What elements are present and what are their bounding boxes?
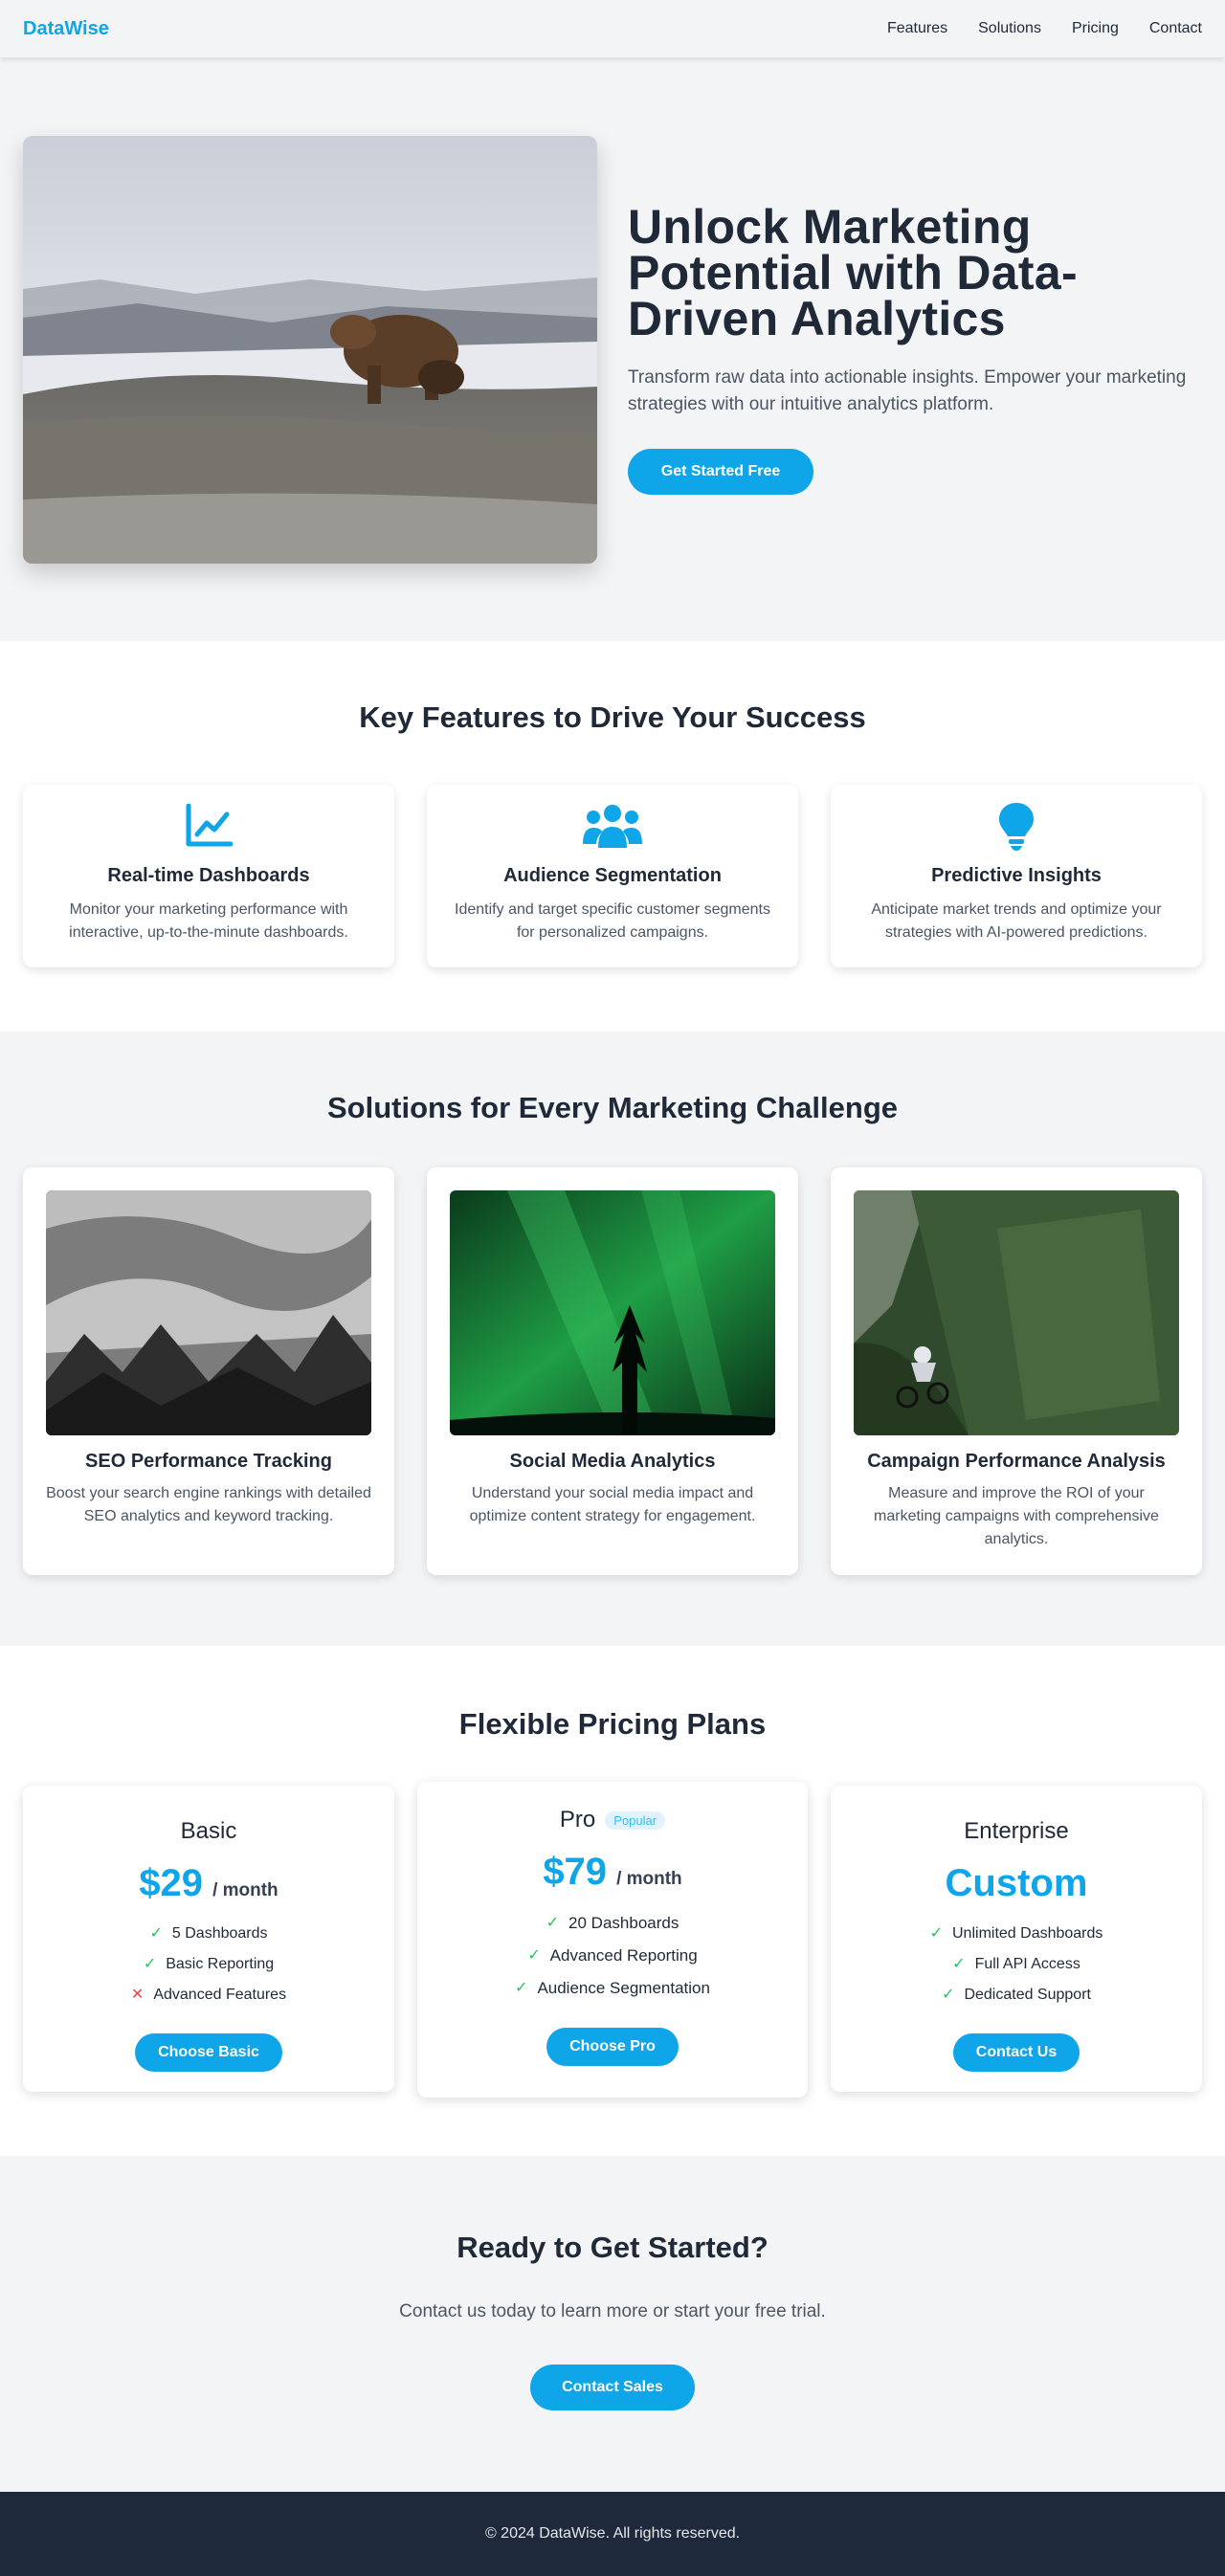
top-navbar: DataWise Features Solutions Pricing Cont… <box>0 0 1225 57</box>
feature-desc: Monitor your marketing performance with … <box>69 901 348 941</box>
plan-feature-label: 5 Dashboards <box>171 1925 268 1942</box>
plan-feature: ✓ Unlimited Dashboards <box>831 1919 1202 1949</box>
solution-title: Social Media Analytics <box>509 1451 716 1472</box>
nav-links: Features Solutions Pricing Contact <box>887 20 1202 37</box>
feature-desc: Anticipate market trends and optimize yo… <box>871 901 1162 941</box>
price-period: / month <box>616 1869 682 1889</box>
solutions-title: Solutions for Every Marketing Challenge <box>326 1091 898 1124</box>
plan-feature-label: Dedicated Support <box>964 1987 1091 2003</box>
solution-image <box>450 1190 775 1435</box>
feature-card-segmentation: Audience Segmentation Identify and targe… <box>427 785 798 967</box>
hero-section: Unlock Marketing Potential with Data-Dri… <box>0 57 1225 641</box>
plan-feature-label: Unlimited Dashboards <box>952 1925 1103 1942</box>
nav-link-pricing[interactable]: Pricing <box>1072 20 1119 37</box>
check-icon: ✓ <box>942 1987 955 2003</box>
plan-feature: ✓ Advanced Reporting <box>417 1940 808 1972</box>
choose-pro-button[interactable]: Choose Pro <box>546 2028 679 2066</box>
check-icon: ✓ <box>952 1956 966 1972</box>
cta-text: Contact us today to learn more or start … <box>399 2301 826 2321</box>
check-icon: ✓ <box>546 1915 560 1931</box>
chart-line-icon <box>23 802 394 850</box>
solution-image <box>854 1190 1179 1435</box>
check-icon: ✓ <box>149 1925 163 1942</box>
plan-feature-label: 20 Dashboards <box>568 1914 679 1932</box>
cta-section: Ready to Get Started? Contact us today t… <box>0 2156 1225 2492</box>
plan-name-row: Pro Popular <box>559 1807 666 1833</box>
users-icon <box>427 802 798 850</box>
solution-title: SEO Performance Tracking <box>85 1451 332 1472</box>
plan-name: Pro <box>559 1807 596 1832</box>
check-icon: ✓ <box>143 1956 157 1972</box>
feature-title: Predictive Insights <box>931 865 1102 886</box>
solutions-section: Solutions for Every Marketing Challenge … <box>0 1032 1225 1646</box>
feature-list: ✓ 20 Dashboards ✓ Advanced Reporting ✓ Audi… <box>417 1907 808 2005</box>
nav-link-solutions[interactable]: Solutions <box>978 20 1041 37</box>
plan-price: Custom <box>831 1862 1202 1905</box>
check-icon: ✓ <box>527 1947 541 1964</box>
hero-content: Unlock Marketing Potential with Data-Dri… <box>628 200 1202 495</box>
plan-name: Enterprise <box>964 1818 1069 1844</box>
solution-desc: Boost your search engine rankings with d… <box>46 1485 371 1524</box>
plan-feature: ✓ Full API Access <box>831 1949 1202 1980</box>
feature-list: ✓ Unlimited Dashboards ✓ Full API Access ✓… <box>831 1919 1202 2010</box>
check-icon: ✓ <box>929 1925 943 1942</box>
choose-basic-button[interactable]: Choose Basic <box>135 2033 282 2072</box>
logo[interactable]: DataWise <box>23 18 109 40</box>
plan-feature: ✕ Advanced Features <box>23 1980 394 2010</box>
price-amount: $79 <box>543 1851 608 1893</box>
pricing-title: Flexible Pricing Plans <box>458 1707 767 1741</box>
plan-feature: ✓ 5 Dashboards <box>23 1919 394 1949</box>
plan-feature-label: Audience Segmentation <box>537 1979 710 1997</box>
nav-link-features[interactable]: Features <box>887 20 947 37</box>
features-section: Key Features to Drive Your Success Real-… <box>0 641 1225 1032</box>
get-started-button[interactable]: Get Started Free <box>628 449 813 495</box>
hero-image <box>23 135 597 564</box>
cross-icon: ✕ <box>130 1987 145 2003</box>
price-amount: $29 <box>139 1862 204 1904</box>
plan-feature: ✓ Dedicated Support <box>831 1980 1202 2010</box>
plan-feature: ✓ Audience Segmentation <box>417 1972 808 2005</box>
plan-feature-label: Basic Reporting <box>166 1956 275 1972</box>
plan-price: $29 / month <box>23 1862 394 1905</box>
features-title: Key Features to Drive Your Success <box>359 700 866 734</box>
solution-desc: Understand your social media impact and … <box>469 1485 756 1524</box>
plan-feature-label: Advanced Features <box>153 1987 287 2003</box>
solution-card-social: Social Media Analytics Understand your s… <box>427 1167 798 1575</box>
popular-badge: Popular <box>605 1810 666 1830</box>
solution-title: Campaign Performance Analysis <box>867 1451 1166 1472</box>
footer-copyright: © 2024 DataWise. All rights reserved. <box>484 2525 741 2542</box>
hero-title: Unlock Marketing Potential with Data-Dri… <box>628 200 1078 345</box>
price-period: / month <box>212 1880 278 1900</box>
pricing-section: Flexible Pricing Plans Basic $29 / month… <box>0 1646 1225 2156</box>
lightbulb-icon <box>831 802 1202 851</box>
check-icon: ✓ <box>515 1980 528 1996</box>
solution-image <box>46 1190 371 1435</box>
pricing-card-basic: Basic $29 / month ✓ 5 Dashboards ✓ Basic R… <box>23 1786 394 2092</box>
cta-title: Ready to Get Started? <box>457 2231 768 2264</box>
pricing-card-pro: Pro Popular $79 / month ✓ 20 Dashboards ✓… <box>417 1782 808 2098</box>
nav-link-contact[interactable]: Contact <box>1149 20 1202 37</box>
plan-price: $79 / month <box>417 1851 808 1894</box>
solution-desc: Measure and improve the ROI of your mark… <box>874 1485 1159 1547</box>
pricing-card-enterprise: Enterprise Custom ✓ Unlimited Dashboards … <box>831 1786 1202 2092</box>
solution-card-campaign: Campaign Performance Analysis Measure an… <box>831 1167 1202 1575</box>
plan-feature-label: Advanced Reporting <box>549 1946 698 1965</box>
feature-list: ✓ 5 Dashboards ✓ Basic Reporting ✕ Advanced… <box>23 1919 394 2010</box>
plan-name: Basic <box>180 1818 237 1844</box>
hero-subtitle: Transform raw data into actionable insig… <box>628 367 1187 414</box>
feature-title: Audience Segmentation <box>503 865 722 886</box>
solution-card-seo: SEO Performance Tracking Boost your sear… <box>23 1167 394 1575</box>
feature-card-predictive: Predictive Insights Anticipate market tr… <box>831 785 1202 967</box>
contact-sales-button[interactable]: Contact Sales <box>530 2365 695 2410</box>
contact-us-button[interactable]: Contact Us <box>952 2033 1080 2072</box>
plan-feature-label: Full API Access <box>974 1956 1080 1972</box>
feature-card-dashboards: Real-time Dashboards Monitor your market… <box>23 785 394 967</box>
plan-feature: ✓ 20 Dashboards <box>417 1907 808 1940</box>
feature-desc: Identify and target specific customer se… <box>455 901 770 941</box>
feature-title: Real-time Dashboards <box>107 865 310 886</box>
footer: © 2024 DataWise. All rights reserved. <box>0 2492 1225 2576</box>
price-amount: Custom <box>945 1862 1088 1904</box>
plan-feature: ✓ Basic Reporting <box>23 1949 394 1980</box>
